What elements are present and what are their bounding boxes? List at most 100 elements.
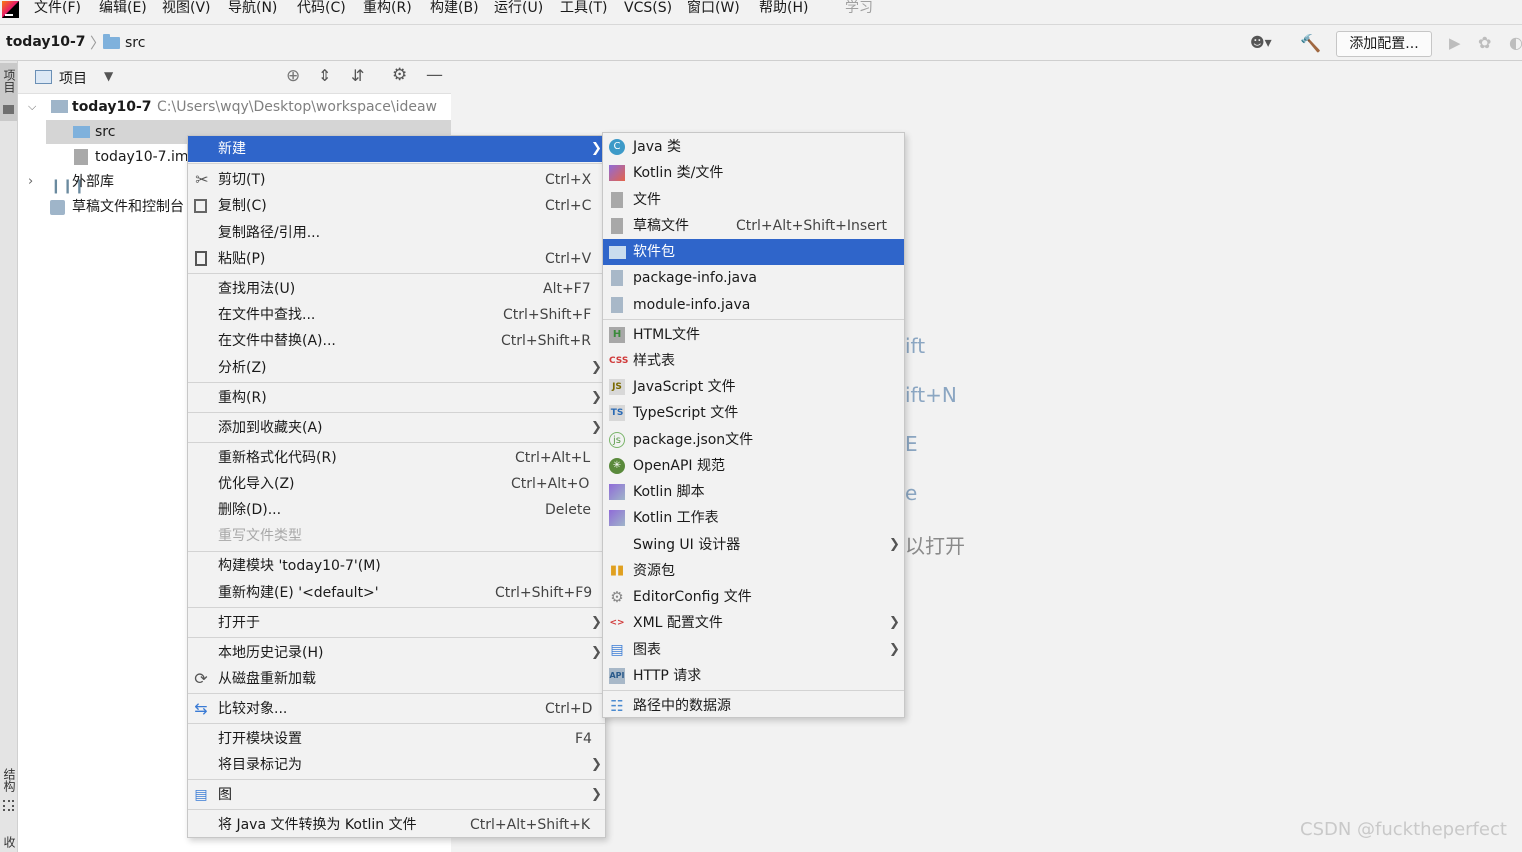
folder-icon <box>103 34 120 49</box>
submenu-item-swing-ui-designer[interactable]: Swing UI 设计器 ❯ <box>603 532 904 558</box>
menu-item-module-settings[interactable]: 打开模块设置 F4 <box>188 726 605 752</box>
user-icon[interactable]: ☻▾ <box>1250 35 1276 53</box>
submenu-item-file[interactable]: 文件 <box>603 187 904 213</box>
locate-icon[interactable]: ⊕ <box>286 66 300 86</box>
openapi-icon: ✳ <box>609 458 625 474</box>
debug-icon[interactable]: ✿ <box>1478 33 1491 52</box>
menu-item-open-in[interactable]: 打开于 ❯ <box>188 610 605 636</box>
tree-row-root[interactable]: ⌵ today10-7 C:\Users\wqy\Desktop\workspa… <box>18 95 451 119</box>
menu-item-cut[interactable]: ✂ 剪切(T) Ctrl+X <box>188 167 605 193</box>
menu-item-label: TypeScript 文件 <box>633 405 739 421</box>
menu-item-delete[interactable]: 删除(D)... Delete <box>188 497 605 523</box>
submenu-item-data-source-in-path[interactable]: ☷ 路径中的数据源 <box>603 693 904 719</box>
submenu-item-html-file[interactable]: H HTML文件 <box>603 322 904 348</box>
menu-window[interactable]: 窗口(W) <box>687 0 740 18</box>
menu-item-mark-directory-as[interactable]: 将目录标记为 ❯ <box>188 752 605 778</box>
submenu-item-stylesheet[interactable]: CSS 样式表 <box>603 348 904 374</box>
submenu-item-javascript-file[interactable]: JS JavaScript 文件 <box>603 374 904 400</box>
js-icon: JS <box>609 379 625 395</box>
menu-code[interactable]: 代码(C) <box>297 0 346 18</box>
editor-hint-1: ift <box>905 334 926 358</box>
menu-item-copy[interactable]: 复制(C) Ctrl+C <box>188 193 605 219</box>
chevron-down-icon[interactable]: ▼ <box>104 69 113 83</box>
menu-run[interactable]: 运行(U) <box>494 0 543 18</box>
menu-learn[interactable]: 学习 <box>845 0 873 18</box>
submenu-item-editorconfig[interactable]: ⚙ EditorConfig 文件 <box>603 584 904 610</box>
separator <box>188 442 605 443</box>
add-configuration-button[interactable]: 添加配置... <box>1336 31 1432 57</box>
submenu-item-xml-config[interactable]: <> XML 配置文件 ❯ <box>603 610 904 636</box>
menu-item-find-usages[interactable]: 查找用法(U) Alt+F7 <box>188 276 605 302</box>
submenu-item-scratch-file[interactable]: 草稿文件 Ctrl+Alt+Shift+Insert <box>603 213 904 239</box>
menu-item-build-module[interactable]: 构建模块 'today10-7'(M) <box>188 553 605 579</box>
menu-refactor[interactable]: 重构(R) <box>363 0 412 18</box>
menu-item-rebuild[interactable]: 重新构建(E) '<default>' Ctrl+Shift+F9 <box>188 580 605 606</box>
hammer-icon[interactable]: 🔨 <box>1300 34 1322 54</box>
panel-title[interactable]: 项目 <box>59 68 87 88</box>
submenu-item-package-json[interactable]: js package.json文件 <box>603 427 904 453</box>
menu-item-copy-path[interactable]: 复制路径/引用... <box>188 220 605 246</box>
menu-item-reload-from-disk[interactable]: ⟳ 从磁盘重新加载 <box>188 666 605 692</box>
ts-icon: TS <box>609 405 625 421</box>
scratch-file-icon <box>611 218 623 234</box>
menu-item-convert-java-to-kotlin[interactable]: 将 Java 文件转换为 Kotlin 文件 Ctrl+Alt+Shift+K <box>188 812 605 838</box>
scratches-icon <box>50 200 65 215</box>
submenu-item-resource-bundle[interactable]: ▮▮ 资源包 <box>603 558 904 584</box>
menu-item-compare-with[interactable]: ⇆ 比较对象... Ctrl+D <box>188 696 605 722</box>
profile-icon[interactable]: ◐ <box>1509 33 1522 52</box>
menu-item-replace-in-files[interactable]: 在文件中替换(A)... Ctrl+Shift+R <box>188 328 605 354</box>
module-folder-icon <box>51 100 68 113</box>
tool-window-tab-project[interactable]: 项目 <box>0 63 17 121</box>
submenu-item-diagram[interactable]: ▤ 图表 ❯ <box>603 637 904 663</box>
hide-icon[interactable]: — <box>426 65 443 85</box>
menu-navigate[interactable]: 导航(N) <box>228 0 277 18</box>
menu-edit[interactable]: 编辑(E) <box>99 0 147 18</box>
run-icon[interactable]: ▶ <box>1449 34 1461 52</box>
menu-item-local-history[interactable]: 本地历史记录(H) ❯ <box>188 640 605 666</box>
menu-build[interactable]: 构建(B) <box>430 0 479 18</box>
submenu-item-kotlin-worksheet[interactable]: Kotlin 工作表 <box>603 505 904 531</box>
menu-item-diagrams[interactable]: ▤ 图 ❯ <box>188 782 605 808</box>
menu-view[interactable]: 视图(V) <box>162 0 211 18</box>
submenu-item-typescript-file[interactable]: TS TypeScript 文件 <box>603 400 904 426</box>
menu-item-refactor[interactable]: 重构(R) ❯ <box>188 385 605 411</box>
menu-item-paste[interactable]: 粘贴(P) Ctrl+V <box>188 246 605 272</box>
submenu-item-module-info[interactable]: module-info.java <box>603 292 904 318</box>
tool-window-tab-favorites[interactable]: 收 <box>1 836 18 848</box>
menu-item-label: 重写文件类型 <box>218 528 302 544</box>
menu-item-add-to-favorites[interactable]: 添加到收藏夹(A) ❯ <box>188 415 605 441</box>
gear-icon[interactable]: ⚙ <box>392 65 407 85</box>
watermark: CSDN @fucktheperfect <box>1300 819 1507 840</box>
submenu-item-package[interactable]: 软件包 <box>603 239 904 265</box>
menu-item-label: 样式表 <box>633 353 675 369</box>
menu-help[interactable]: 帮助(H) <box>759 0 808 18</box>
submenu-item-kotlin-script[interactable]: Kotlin 脚本 <box>603 479 904 505</box>
menu-item-reformat-code[interactable]: 重新格式化代码(R) Ctrl+Alt+L <box>188 445 605 471</box>
chevron-right-icon: ❯ <box>591 360 602 375</box>
navigation-bar: today10-7 〉 src ☻▾ 🔨 添加配置... ▶ ✿ ◐ <box>0 24 1522 61</box>
menu-item-analyze[interactable]: 分析(Z) ❯ <box>188 355 605 381</box>
menu-vcs[interactable]: VCS(S) <box>624 0 672 18</box>
breadcrumb-src[interactable]: src <box>125 35 145 51</box>
tool-window-tab-structure[interactable]: 结构 <box>1 768 18 792</box>
submenu-item-openapi[interactable]: ✳ OpenAPI 规范 <box>603 453 904 479</box>
submenu-item-kotlin-class[interactable]: Kotlin 类/文件 <box>603 160 904 186</box>
menu-item-label: HTTP 请求 <box>633 668 702 684</box>
menu-file[interactable]: 文件(F) <box>34 0 81 18</box>
submenu-item-package-info[interactable]: package-info.java <box>603 265 904 291</box>
collapse-all-icon[interactable]: ⇵ <box>351 66 364 85</box>
menu-tools[interactable]: 工具(T) <box>560 0 607 18</box>
submenu-item-http-request[interactable]: API HTTP 请求 <box>603 663 904 689</box>
chevron-down-icon[interactable]: ⌵ <box>28 95 36 119</box>
expand-all-icon[interactable]: ⇕ <box>318 66 331 85</box>
css-icon: CSS <box>609 356 629 366</box>
submenu-item-java-class[interactable]: C Java 类 <box>603 134 904 160</box>
menu-item-shortcut: F4 <box>575 731 592 747</box>
menu-item-optimize-imports[interactable]: 优化导入(Z) Ctrl+Alt+O <box>188 471 605 497</box>
chevron-right-icon[interactable]: › <box>28 170 33 194</box>
menu-item-new[interactable]: 新建 ❯ <box>188 136 603 162</box>
breadcrumb-project[interactable]: today10-7 <box>6 34 86 50</box>
separator <box>188 382 605 383</box>
menu-item-find-in-files[interactable]: 在文件中查找... Ctrl+Shift+F <box>188 302 605 328</box>
project-tab-label: 项目 <box>2 69 16 93</box>
